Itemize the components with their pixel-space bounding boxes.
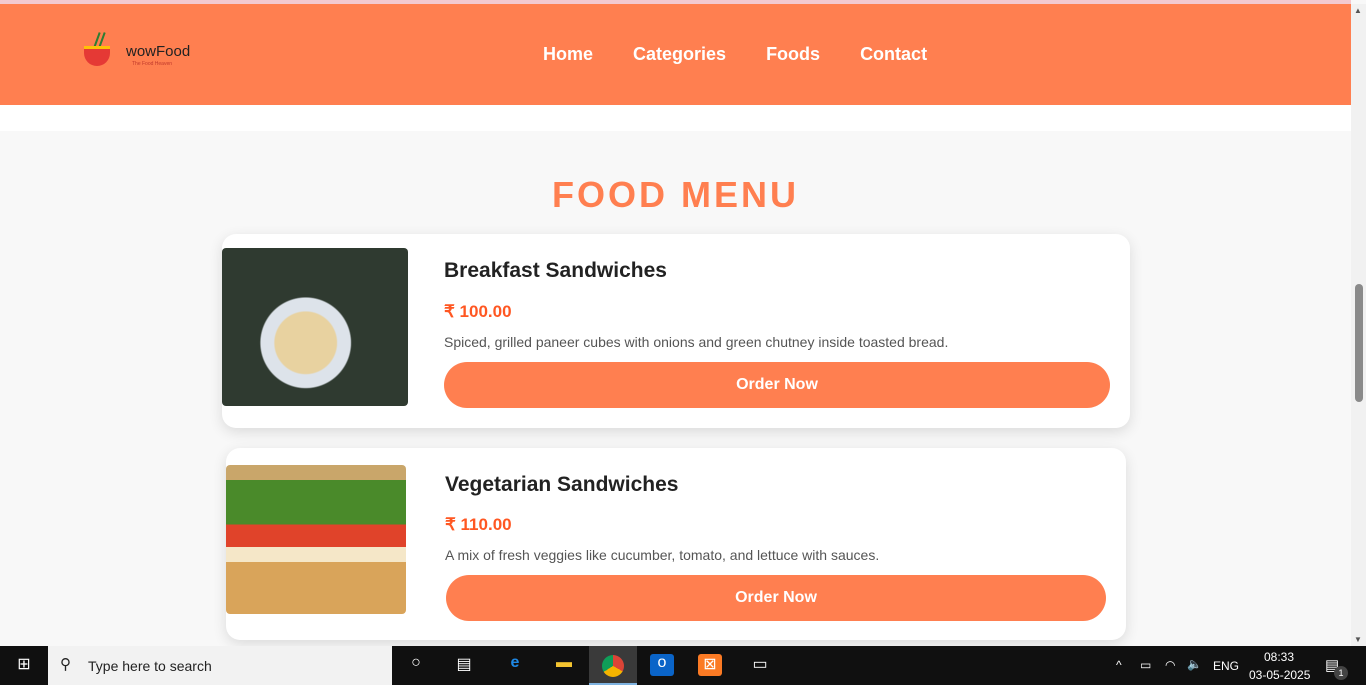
scroll-up-icon[interactable]: ▲ bbox=[1354, 6, 1362, 15]
logo-name: wowFood bbox=[126, 43, 191, 60]
page-title: FOOD MENU bbox=[552, 174, 799, 215]
taskbar: ⊞ ⚲ Type here to search ○ ▤ e ▬ o ⊠ ▭ ^ … bbox=[0, 646, 1366, 685]
edge-icon[interactable]: e bbox=[503, 654, 527, 676]
wifi-icon[interactable]: ◠ bbox=[1165, 658, 1175, 672]
clock-date[interactable]: 03-05-2025 bbox=[1249, 668, 1310, 682]
clock-time[interactable]: 08:33 bbox=[1264, 650, 1294, 664]
cortana-icon[interactable]: ○ bbox=[404, 654, 428, 676]
header-spacer bbox=[0, 105, 1351, 131]
scroll-down-icon[interactable]: ▼ bbox=[1354, 635, 1362, 644]
food-card: Breakfast Sandwiches ₹ 100.00 Spiced, gr… bbox=[222, 234, 1130, 428]
chrome-taskbar-item[interactable] bbox=[589, 646, 637, 685]
xampp-icon[interactable]: ⊠ bbox=[698, 654, 722, 676]
volume-icon[interactable]: 🔈 bbox=[1187, 657, 1202, 671]
logo[interactable]: wowFood The Food Heaven bbox=[80, 30, 200, 76]
food-image bbox=[226, 465, 406, 614]
search-placeholder: Type here to search bbox=[88, 657, 212, 674]
scrollbar-thumb[interactable] bbox=[1355, 284, 1363, 402]
food-name: Vegetarian Sandwiches bbox=[445, 473, 679, 496]
nav-contact[interactable]: Contact bbox=[860, 44, 927, 65]
food-price: ₹ 100.00 bbox=[444, 302, 512, 321]
notification-count: 1 bbox=[1334, 666, 1348, 680]
bowl-icon bbox=[84, 46, 110, 66]
order-now-button[interactable]: Order Now bbox=[444, 362, 1110, 408]
food-description: Spiced, grilled paneer cubes with onions… bbox=[444, 334, 949, 350]
food-description: A mix of fresh veggies like cucumber, to… bbox=[445, 547, 880, 563]
app-icon[interactable]: ▭ bbox=[748, 654, 772, 676]
food-card: Vegetarian Sandwiches ₹ 110.00 A mix of … bbox=[226, 448, 1126, 640]
food-name: Breakfast Sandwiches bbox=[444, 259, 667, 282]
order-now-button[interactable]: Order Now bbox=[446, 575, 1106, 621]
taskbar-search[interactable]: ⚲ Type here to search bbox=[48, 646, 392, 685]
nav-categories[interactable]: Categories bbox=[633, 44, 726, 65]
nav-home[interactable]: Home bbox=[543, 44, 593, 65]
logo-tagline: The Food Heaven bbox=[132, 61, 173, 67]
site-header: wowFood The Food Heaven Home Categories … bbox=[0, 4, 1351, 105]
chrome-icon bbox=[602, 655, 624, 677]
food-image bbox=[222, 248, 408, 406]
task-view-icon[interactable]: ▤ bbox=[452, 654, 476, 676]
scrollbar[interactable]: ▲ ▼ bbox=[1351, 4, 1366, 646]
language-indicator[interactable]: ENG bbox=[1213, 659, 1239, 673]
outlook-icon[interactable]: o bbox=[650, 654, 674, 676]
main-nav: Home Categories Foods Contact bbox=[543, 44, 927, 65]
nav-foods[interactable]: Foods bbox=[766, 44, 820, 65]
food-price: ₹ 110.00 bbox=[445, 515, 512, 534]
battery-icon[interactable]: ▭ bbox=[1140, 658, 1151, 672]
file-explorer-icon[interactable]: ▬ bbox=[552, 654, 576, 676]
search-icon: ⚲ bbox=[60, 656, 71, 673]
tray-chevron-icon[interactable]: ^ bbox=[1116, 658, 1122, 672]
windows-start-icon[interactable]: ⊞ bbox=[12, 654, 36, 676]
